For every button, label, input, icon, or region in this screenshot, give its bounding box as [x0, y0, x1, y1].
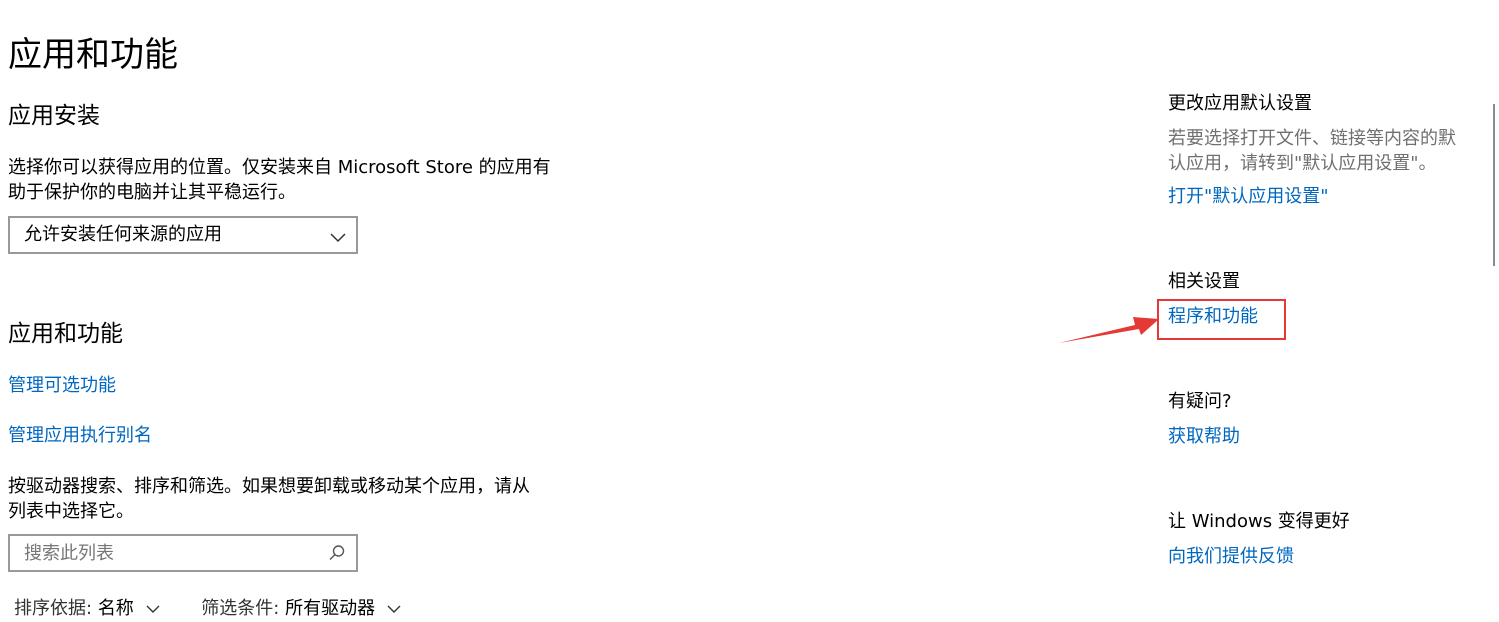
- install-source-dropdown[interactable]: 允许安装任何来源的应用: [8, 216, 358, 254]
- annotation-highlight-box: [1157, 299, 1286, 340]
- improve-windows-heading: 让 Windows 变得更好: [1168, 511, 1350, 532]
- scrollbar-thumb[interactable]: [1493, 104, 1495, 266]
- question-heading: 有疑问?: [1168, 391, 1232, 412]
- get-help-link[interactable]: 获取帮助: [1168, 424, 1240, 450]
- install-source-selected: 允许安装任何来源的应用: [24, 224, 222, 245]
- manage-app-aliases-link[interactable]: 管理应用执行别名: [8, 423, 152, 449]
- chevron-down-icon: [146, 605, 160, 613]
- defaults-desc-line2: 认应用，请转到"默认应用设置"。: [1168, 153, 1437, 174]
- search-icon[interactable]: [328, 544, 346, 566]
- install-description-line2: 助于保护你的电脑并让其平稳运行。: [8, 182, 296, 203]
- page-title: 应用和功能: [8, 35, 178, 75]
- open-default-apps-link[interactable]: 打开"默认应用设置": [1168, 184, 1329, 210]
- search-help-line2: 列表中选择它。: [8, 501, 134, 522]
- sort-filter-row: 排序依据: 名称 筛选条件: 所有驱动器: [14, 596, 401, 622]
- apps-heading: 应用和功能: [8, 321, 123, 347]
- search-help-line1: 按驱动器搜索、排序和筛选。如果想要卸载或移动某个应用，请从: [8, 476, 530, 497]
- feedback-link[interactable]: 向我们提供反馈: [1168, 544, 1294, 570]
- related-settings-heading: 相关设置: [1168, 271, 1240, 292]
- defaults-heading: 更改应用默认设置: [1168, 93, 1312, 114]
- defaults-desc-line1: 若要选择打开文件、链接等内容的默: [1168, 128, 1456, 149]
- install-heading: 应用安装: [8, 103, 100, 129]
- install-description-line1: 选择你可以获得应用的位置。仅安装来自 Microsoft Store 的应用有: [8, 157, 551, 178]
- red-arrow-icon: [1059, 317, 1159, 343]
- chevron-down-icon: [387, 605, 401, 613]
- app-search-box[interactable]: [8, 534, 358, 572]
- chevron-down-icon: [330, 228, 346, 247]
- manage-optional-features-link[interactable]: 管理可选功能: [8, 373, 116, 399]
- app-search-input[interactable]: [10, 536, 324, 570]
